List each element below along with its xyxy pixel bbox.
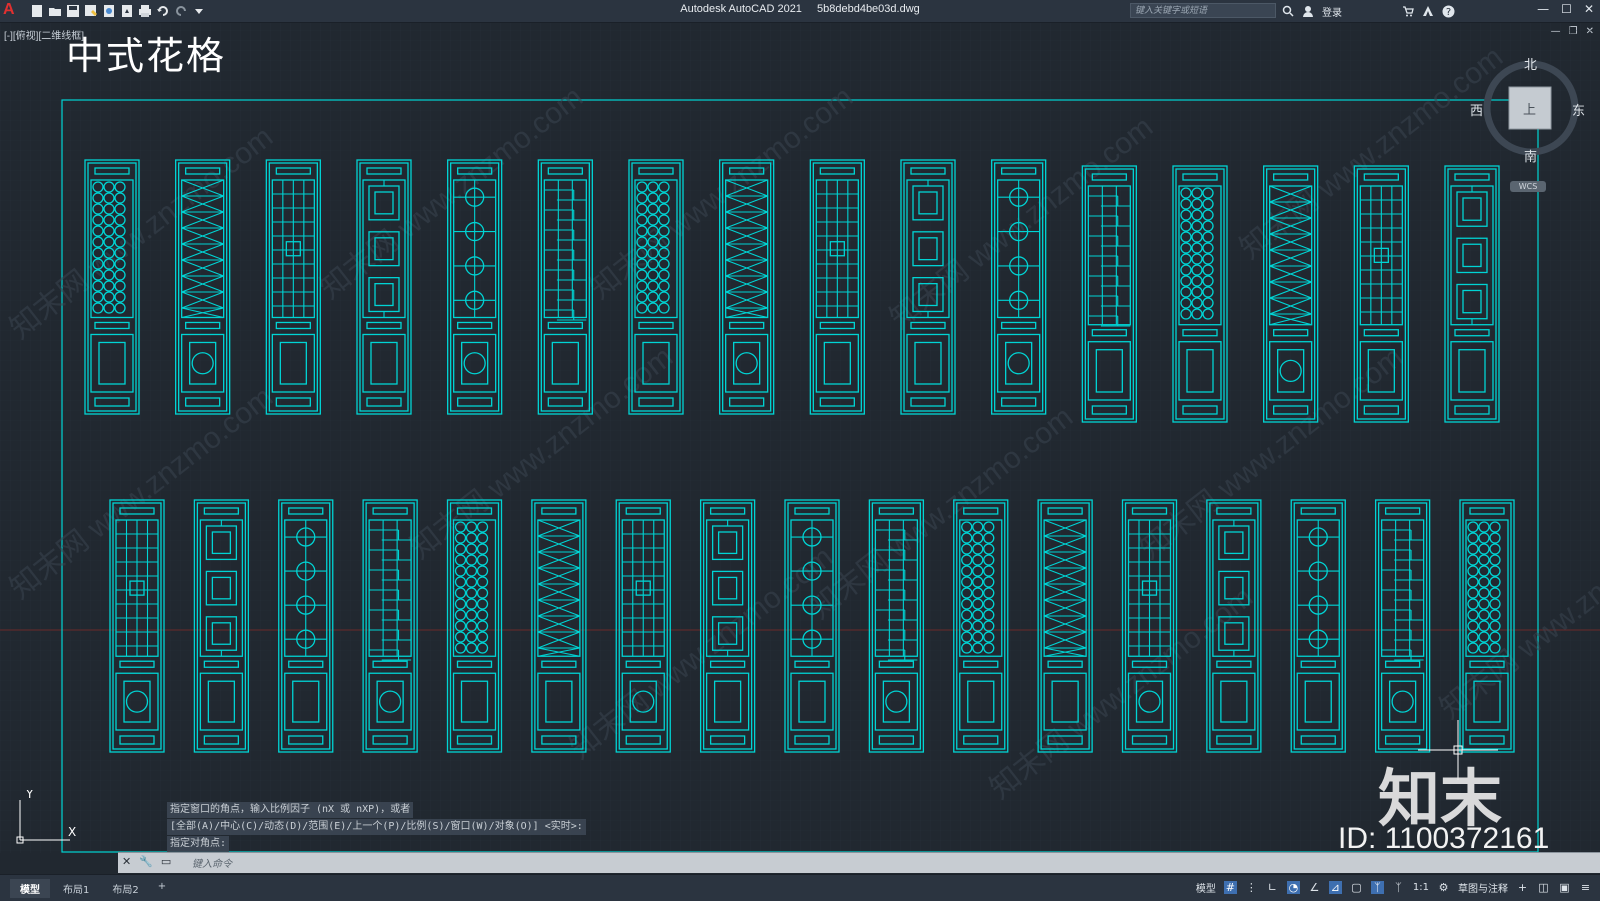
save-web-icon[interactable] — [120, 4, 134, 18]
command-close-icon[interactable]: ✕ — [122, 855, 131, 868]
maximize-icon[interactable]: ☐ — [1561, 2, 1572, 16]
command-recent-icon[interactable]: ▭ — [161, 855, 171, 868]
viewcube-face-top[interactable]: 上 — [1523, 99, 1536, 118]
tab-layout2[interactable]: 布局2 — [102, 879, 148, 898]
annotation-visibility-icon[interactable]: ᛉ — [1370, 881, 1384, 894]
compass-west[interactable]: 西 — [1470, 100, 1483, 119]
autocad-logo-icon[interactable]: A — [3, 1, 19, 19]
command-history: 指定窗口的角点，输入比例因子 (nX 或 nXP)，或者 [全部(A)/中心(C… — [167, 802, 586, 853]
viewcube[interactable]: 北 南 东 西 上 WCS — [1470, 58, 1588, 192]
selection-cycling-icon[interactable]: ▢ — [1350, 881, 1363, 894]
help-icon[interactable]: ? — [1442, 5, 1455, 18]
open-folder-icon[interactable] — [48, 4, 62, 18]
workspace-switch[interactable]: 草图与注释 — [1458, 880, 1508, 895]
save-as-icon[interactable] — [84, 4, 98, 18]
osnap-tracking-icon[interactable]: ∠ — [1308, 881, 1321, 894]
file-name: 5b8debd4be03d.dwg — [817, 3, 920, 15]
grid-icon[interactable]: # — [1223, 881, 1237, 894]
object-snap-icon[interactable]: ⊿ — [1328, 881, 1342, 894]
undo-icon[interactable] — [156, 4, 170, 18]
status-bar: 模型 布局1 布局2 + 模型 # ⋮ ∟ ◔ ∠ ⊿ ▢ ᛉ ᛉ 1:1 ⚙ … — [0, 874, 1600, 901]
id-watermark: ID: 1100372161 — [1338, 822, 1550, 855]
open-web-icon[interactable] — [102, 4, 116, 18]
clean-screen-icon[interactable]: ▣ — [1558, 881, 1571, 894]
user-icon[interactable] — [1302, 5, 1314, 17]
drawing-canvas[interactable]: 知末网 www.znzmo.com 知末网 www.znzmo.com知末网 ww… — [0, 23, 1600, 853]
isolate-objects-icon[interactable]: ◫ — [1537, 881, 1550, 894]
command-input[interactable]: 键入命令 — [192, 855, 232, 870]
wcs-menu[interactable]: WCS — [1510, 181, 1546, 192]
customize-menu-icon[interactable]: ≡ — [1579, 881, 1592, 894]
plus-icon[interactable]: + — [1516, 881, 1529, 894]
command-history-line: 指定窗口的角点，输入比例因子 (nX 或 nXP)，或者 — [167, 802, 414, 818]
close-icon[interactable]: ✕ — [1584, 2, 1594, 16]
layout-tabs: 模型 布局1 布局2 + — [10, 879, 172, 898]
ortho-icon[interactable]: ∟ — [1266, 881, 1279, 894]
window-controls: — ☐ ✕ — [1537, 2, 1594, 16]
model-space-button[interactable]: 模型 — [1196, 880, 1216, 895]
auto-scale-icon[interactable]: ᛉ — [1392, 881, 1405, 894]
autodesk-a360-icon[interactable] — [1422, 5, 1434, 17]
command-line-tools: ✕ 🔧 ▭ — [122, 855, 171, 868]
annotation-scale[interactable]: 1:1 — [1413, 882, 1429, 893]
command-history-line: [全部(A)/中心(C)/动态(D)/范围(E)/上一个(P)/比例(S)/窗口… — [167, 819, 586, 835]
quick-access-toolbar — [30, 3, 206, 19]
redo-icon[interactable] — [174, 4, 188, 18]
minimize-icon[interactable]: — — [1537, 2, 1549, 16]
compass-south[interactable]: 南 — [1524, 146, 1537, 165]
add-layout-button[interactable]: + — [152, 879, 172, 898]
workspace-gear-icon[interactable]: ⚙ — [1437, 881, 1450, 894]
svg-text:?: ? — [1446, 7, 1451, 18]
ucs-icon: Y X — [16, 790, 76, 844]
title-bar: A Autodesk AutoCAD 2021 5b8debd4be03d.dw… — [0, 0, 1600, 23]
command-customize-icon[interactable]: 🔧 — [139, 855, 153, 868]
new-file-icon[interactable] — [30, 4, 44, 18]
ucs-y-label: Y — [25, 790, 34, 801]
command-line[interactable] — [118, 852, 1600, 873]
cart-icon[interactable] — [1402, 5, 1414, 17]
app-name: Autodesk AutoCAD 2021 — [680, 3, 802, 15]
compass-east[interactable]: 东 — [1572, 100, 1585, 119]
tab-model[interactable]: 模型 — [10, 879, 50, 898]
drawing-title: 中式花格 — [66, 34, 227, 78]
status-tools: 模型 # ⋮ ∟ ◔ ∠ ⊿ ▢ ᛉ ᛉ 1:1 ⚙ 草图与注释 + ◫ ▣ ≡ — [1196, 880, 1592, 895]
titlebar-tools: 登录 ? — [1282, 3, 1455, 19]
ucs-x-label: X — [68, 825, 76, 839]
snap-icon[interactable]: ⋮ — [1245, 881, 1258, 894]
compass-north[interactable]: 北 — [1524, 54, 1537, 73]
login-label[interactable]: 登录 — [1322, 4, 1342, 19]
search-input[interactable]: 键入关键字或短语 — [1130, 3, 1276, 18]
polar-tracking-icon[interactable]: ◔ — [1286, 881, 1300, 894]
tab-layout1[interactable]: 布局1 — [53, 879, 99, 898]
search-icon[interactable] — [1282, 5, 1294, 17]
save-icon[interactable] — [66, 4, 80, 18]
command-history-line: 指定对角点: — [167, 836, 230, 852]
customize-toolbar-icon[interactable] — [192, 4, 206, 18]
print-icon[interactable] — [138, 4, 152, 18]
